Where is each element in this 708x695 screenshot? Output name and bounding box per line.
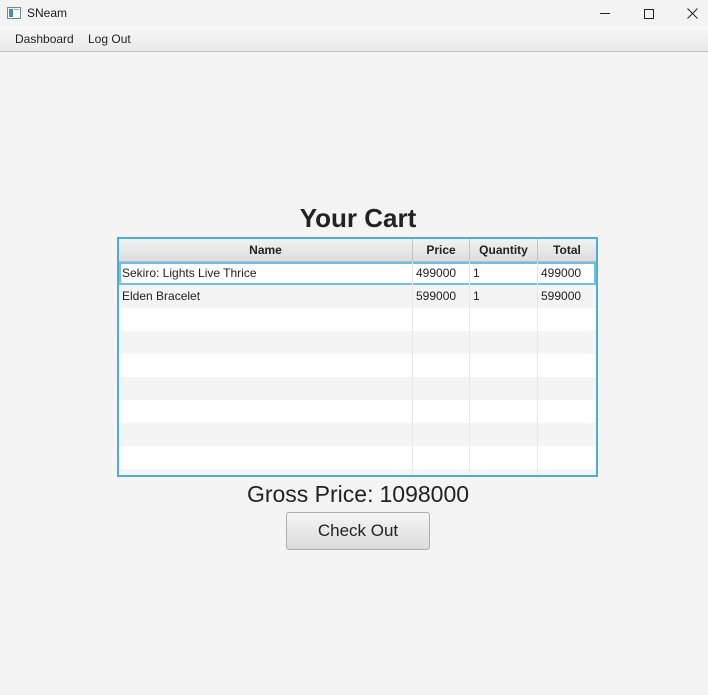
table-header: Name Price Quantity Total [119,239,596,262]
cell-total: 499000 [541,266,582,280]
menu-bar: Dashboard Log Out [0,27,708,52]
empty-row [119,469,596,475]
empty-row [119,308,596,331]
table-row[interactable]: Sekiro: Lights Live Thrice 499000 1 4990… [119,262,596,285]
app-icon [7,7,21,19]
maximize-button[interactable] [626,0,671,27]
cell-price: 499000 [413,262,470,285]
minimize-button[interactable] [582,0,627,27]
gross-price-value: 1098000 [379,481,470,507]
empty-row [119,400,596,423]
cell-name: Sekiro: Lights Live Thrice [119,262,413,285]
gross-price-label: Gross Price: [246,481,374,507]
gross-price: Gross Price: 1098000 [0,481,708,508]
close-button[interactable] [670,0,708,27]
cell-total: 599000 [541,289,582,303]
menu-dashboard[interactable]: Dashboard [15,32,74,46]
menu-log-out[interactable]: Log Out [88,32,131,46]
title-bar: SNeam [0,0,708,27]
empty-row [119,331,596,354]
cell-name: Elden Bracelet [119,285,413,308]
column-header-price[interactable]: Price [413,239,470,262]
page-title: Your Cart [299,203,417,233]
empty-row [119,446,596,469]
empty-row [119,377,596,400]
cart-table[interactable]: Name Price Quantity Total Sekiro: Lights… [117,237,598,477]
maximize-icon [643,8,654,19]
column-header-name[interactable]: Name [119,239,413,262]
cell-quantity: 1 [470,285,538,308]
close-icon [687,8,698,19]
empty-row [119,423,596,446]
cell-price: 599000 [413,285,470,308]
empty-row [119,354,596,377]
table-row[interactable]: Elden Bracelet 599000 1 599000 [119,285,596,308]
column-header-quantity[interactable]: Quantity [470,239,538,262]
minimize-icon [599,13,610,14]
column-header-total[interactable]: Total [538,239,596,262]
cell-quantity: 1 [470,262,538,285]
window-title: SNeam [27,6,68,20]
check-out-button[interactable]: Check Out [286,512,430,550]
